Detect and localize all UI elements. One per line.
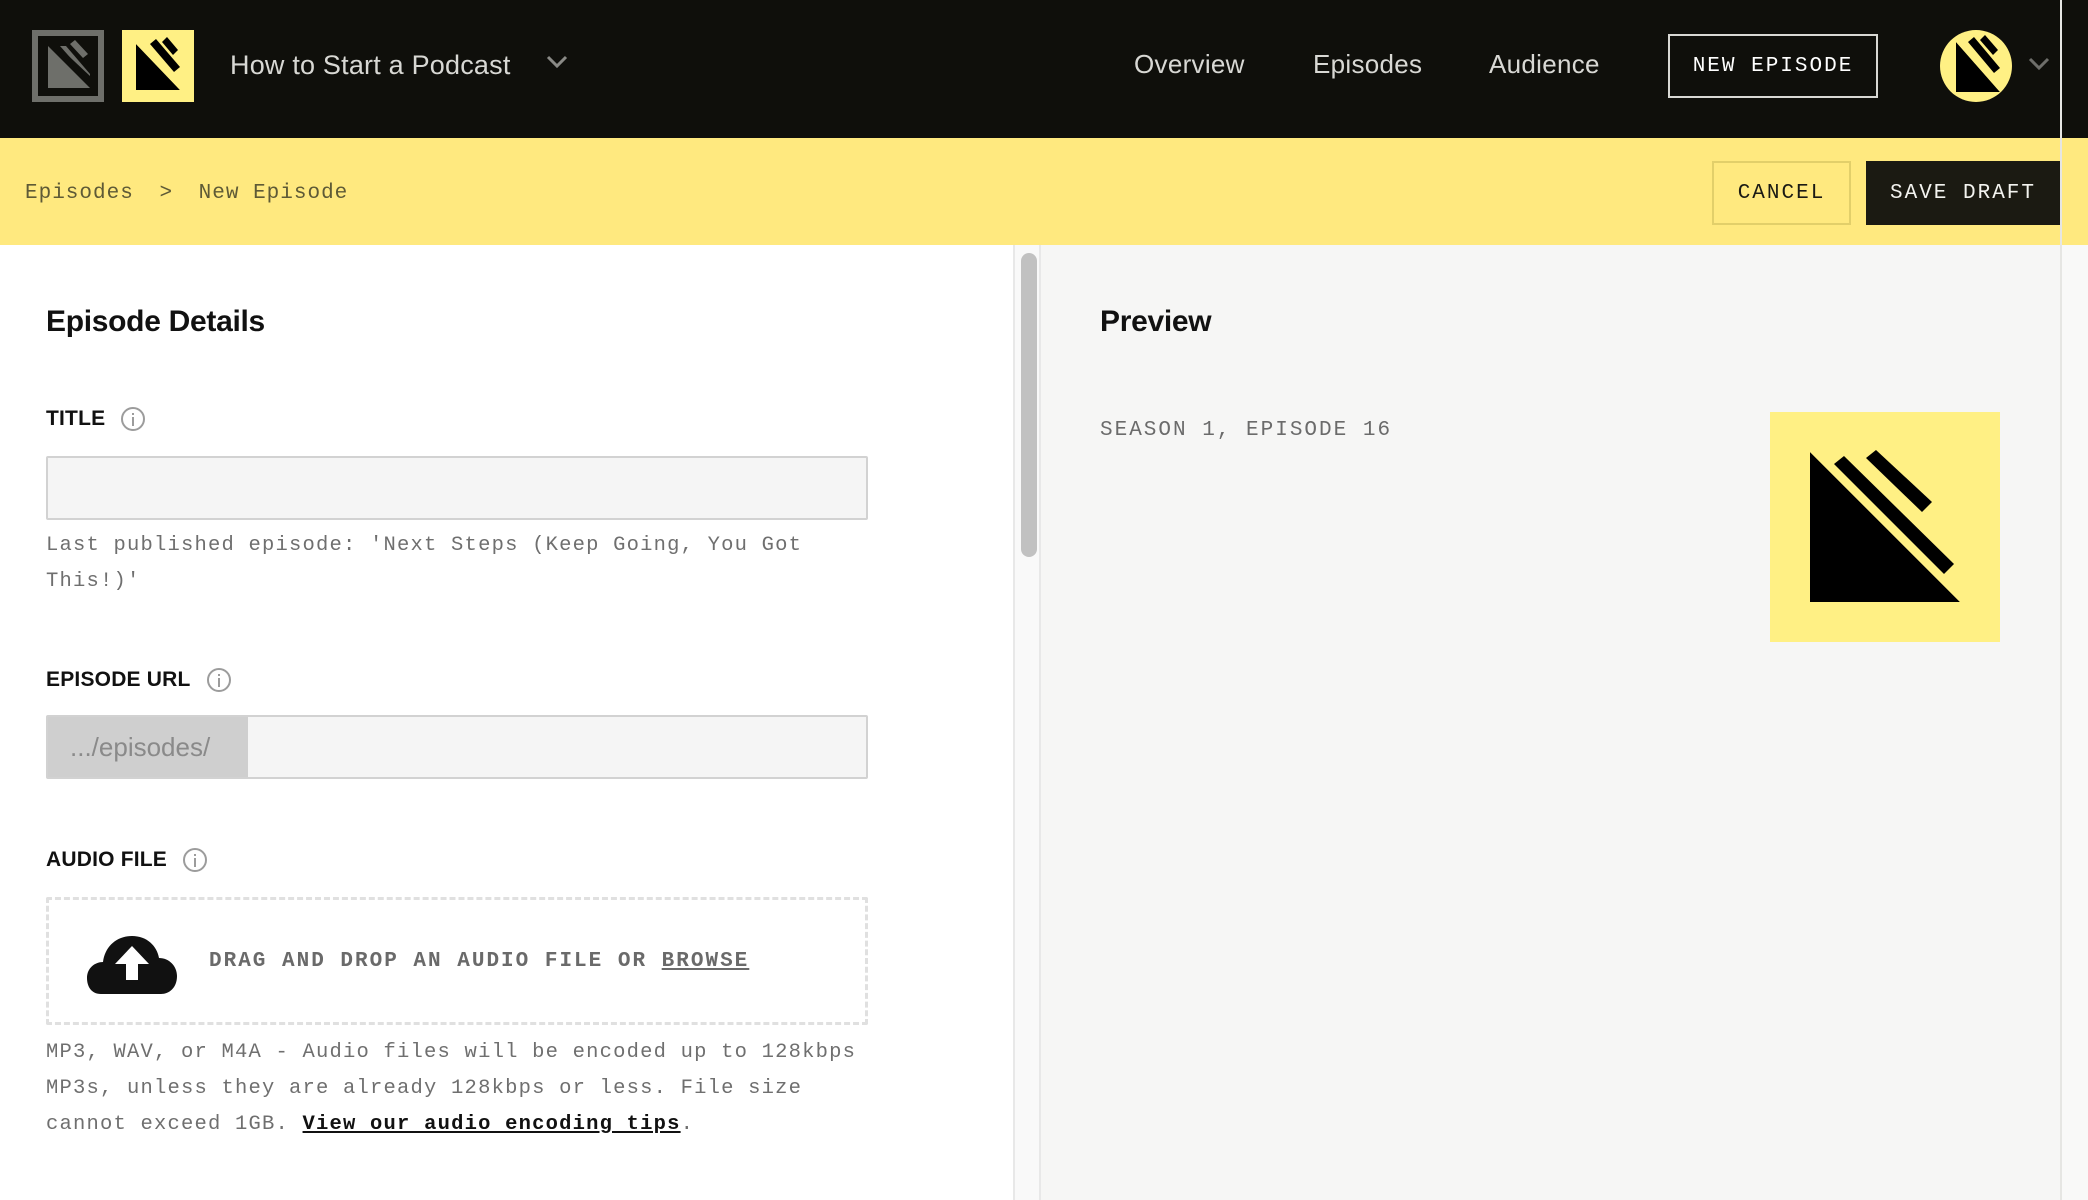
episode-url-field-label: EPISODE URL: [46, 668, 231, 692]
title-label-text: TITLE: [46, 407, 106, 430]
breadcrumb-episodes[interactable]: Episodes: [25, 182, 134, 205]
episode-details-title: Episode Details: [46, 305, 265, 338]
breadcrumb: Episodes > New Episode: [25, 182, 348, 205]
podcast-name[interactable]: How to Start a Podcast: [230, 50, 511, 81]
audio-helper-text: MP3, WAV, or M4A - Audio files will be e…: [46, 1035, 886, 1143]
title-field-label: TITLE: [46, 407, 146, 431]
breadcrumb-new-episode: New Episode: [198, 182, 349, 205]
episode-details-panel: Episode Details TITLE Last published epi…: [0, 245, 1013, 1200]
audio-encoding-tips-link[interactable]: View our audio encoding tips: [303, 1113, 681, 1136]
action-bar: Episodes > New Episode CANCEL SAVE DRAFT: [0, 138, 2060, 245]
episode-cover-art: [1770, 412, 2000, 642]
season-episode-label: SEASON 1, EPISODE 16: [1100, 419, 1393, 442]
url-prefix: .../episodes/: [48, 717, 248, 777]
audio-helper-end: .: [680, 1113, 695, 1136]
podcast-logo-icon: [1810, 450, 1960, 602]
audio-file-label-text: AUDIO FILE: [46, 848, 167, 871]
dropzone-instructions: DRAG AND DROP AN AUDIO FILE OR BROWSE: [209, 950, 749, 973]
title-input[interactable]: [46, 456, 868, 520]
podcast-logo-icon[interactable]: [122, 30, 194, 102]
audio-dropzone[interactable]: DRAG AND DROP AN AUDIO FILE OR BROWSE: [46, 897, 868, 1025]
title-helper-text: Last published episode: 'Next Steps (Kee…: [46, 534, 803, 593]
episode-url-info-icon[interactable]: [206, 668, 231, 692]
nav-episodes[interactable]: Episodes: [1313, 49, 1422, 80]
preview-title: Preview: [1100, 305, 1212, 338]
page-scrollbar-header-segment: [2062, 0, 2088, 138]
nav-audience[interactable]: Audience: [1489, 49, 1600, 80]
breadcrumb-separator: >: [159, 182, 174, 205]
audio-file-info-icon[interactable]: [183, 848, 207, 872]
title-info-icon[interactable]: [121, 407, 146, 431]
form-scrollbar-thumb[interactable]: [1021, 253, 1037, 557]
top-navigation-bar: How to Start a Podcast Overview Episodes…: [0, 0, 2060, 138]
preview-panel: Preview SEASON 1, EPISODE 16: [1041, 245, 2060, 1200]
cancel-button[interactable]: CANCEL: [1712, 161, 1851, 225]
app-logo-icon[interactable]: [32, 30, 104, 102]
user-avatar[interactable]: [1940, 30, 2012, 102]
episode-url-label-text: EPISODE URL: [46, 668, 191, 691]
new-episode-button[interactable]: NEW EPISODE: [1668, 34, 1878, 98]
dropzone-text: DRAG AND DROP AN AUDIO FILE OR: [209, 950, 662, 973]
episode-url-field: .../episodes/: [46, 715, 868, 779]
page-scrollbar[interactable]: [2060, 0, 2088, 1200]
form-scrollbar[interactable]: [1013, 245, 1041, 1200]
audio-file-field-label: AUDIO FILE: [46, 848, 207, 872]
save-draft-button[interactable]: SAVE DRAFT: [1866, 161, 2060, 225]
account-chevron-down-icon[interactable]: [2028, 56, 2050, 72]
chevron-down-icon[interactable]: [545, 54, 569, 70]
nav-overview[interactable]: Overview: [1134, 49, 1245, 80]
cloud-upload-icon: [87, 936, 177, 994]
page-scrollbar-actionbar-segment: [2062, 138, 2088, 245]
browse-link[interactable]: BROWSE: [662, 950, 750, 973]
episode-url-input[interactable]: [248, 717, 866, 777]
